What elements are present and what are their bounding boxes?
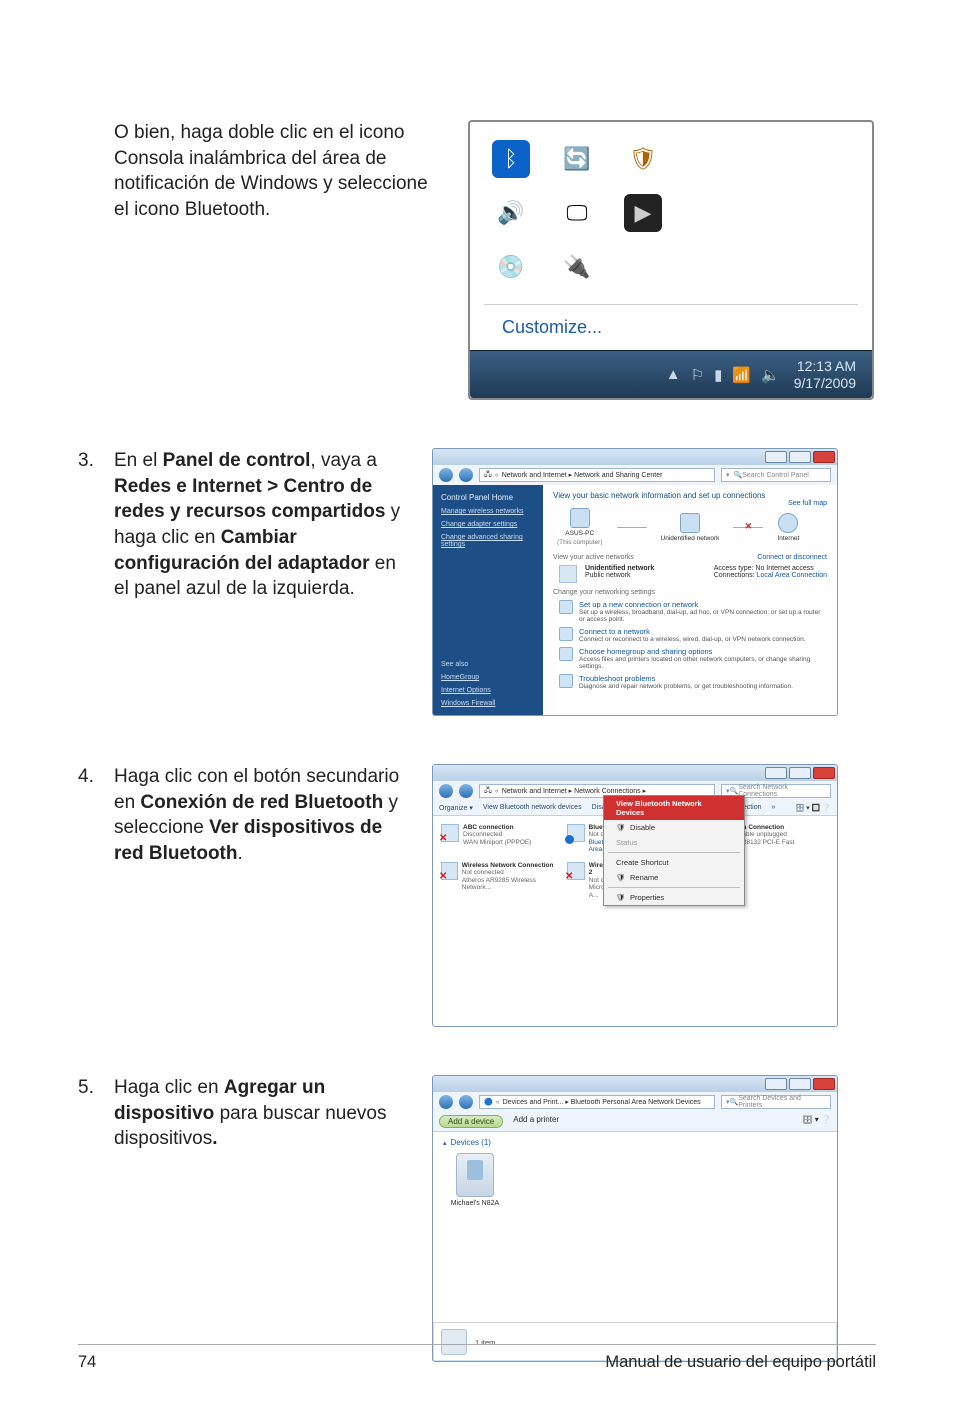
monitor-icon[interactable]: 🖵 <box>558 194 596 232</box>
setup-icon <box>559 600 573 614</box>
search-input[interactable]: ▾ 🔍 Search Devices and Printers <box>721 1095 831 1109</box>
maximize-button[interactable] <box>789 767 811 779</box>
bluetooth-devices-window: 🔵«Devices and Print... ▸ Bluetooth Perso… <box>432 1075 838 1362</box>
menu-rename[interactable]: 🛡Rename <box>604 870 744 885</box>
menu-properties[interactable]: 🛡Properties <box>604 890 744 905</box>
tray-up-icon[interactable]: ▲ <box>666 366 681 384</box>
view-bt-devices-button[interactable]: View Bluetooth network devices <box>483 804 582 812</box>
forward-button[interactable] <box>459 784 473 798</box>
minimize-button[interactable] <box>765 451 787 463</box>
add-device-button[interactable]: Add a device <box>439 1115 503 1128</box>
connection-item[interactable]: ✕Wireless Network ConnectionNot connecte… <box>441 862 559 899</box>
step3-body: En el Panel de control, vaya a Redes e I… <box>114 448 404 602</box>
breadcrumb[interactable]: 🔵«Devices and Print... ▸ Bluetooth Perso… <box>479 1095 715 1109</box>
menu-view-bt-devices[interactable]: View Bluetooth Network Devices <box>604 796 744 820</box>
view-basic-heading: View your basic network information and … <box>553 491 765 500</box>
step-number: 4. <box>78 764 98 867</box>
speaker-icon[interactable]: 🔈 <box>761 366 780 384</box>
shield-icon[interactable]: 🛡 <box>624 140 662 178</box>
disc-icon[interactable]: 💿 <box>492 248 530 286</box>
manage-wireless-link[interactable]: Manage wireless networks <box>441 508 535 515</box>
taskbar: ▲ ⚐ ▮ 📶 🔈 12:13 AM 9/17/2009 <box>470 350 872 398</box>
network-connections-window: 🖧«Network and Internet ▸ Network Connect… <box>432 764 838 1027</box>
firewall-link[interactable]: Windows Firewall <box>441 700 535 707</box>
menu-status: Status <box>604 835 744 850</box>
maximize-button[interactable] <box>789 1078 811 1090</box>
context-menu: View Bluetooth Network Devices 🛡Disable … <box>603 795 745 906</box>
add-printer-button[interactable]: Add a printer <box>513 1115 559 1128</box>
bench-icon <box>559 565 577 583</box>
search-input[interactable]: ▾ 🔍 Search Control Panel <box>721 468 831 482</box>
volume-icon[interactable]: 🔊 <box>492 194 530 232</box>
homegroup-options-link[interactable]: Choose homegroup and sharing options <box>579 647 827 656</box>
connect-network-link[interactable]: Connect to a network <box>579 627 806 636</box>
page-number: 74 <box>78 1353 96 1372</box>
tray-popup: ᛒ 🔄 🛡 🔊 🖵 ▶ 💿 🔌 Customize... ▲ ⚐ ▮ 📶 <box>468 120 874 400</box>
flag-icon[interactable]: ⚐ <box>691 366 704 384</box>
connections-area: ✕ABC connectionDisconnectedWAN Miniport … <box>433 816 837 1026</box>
minimize-button[interactable] <box>765 767 787 779</box>
back-button[interactable] <box>439 1095 453 1109</box>
breadcrumb[interactable]: 🖧«Network and Internet ▸ Network and Sha… <box>479 468 715 482</box>
maximize-button[interactable] <box>789 451 811 463</box>
close-button[interactable] <box>813 767 835 779</box>
close-button[interactable] <box>813 1078 835 1090</box>
homegroup-link[interactable]: HomeGroup <box>441 674 535 681</box>
footer-title: Manual de usuario del equipo portátil <box>605 1353 876 1372</box>
menu-disable[interactable]: 🛡Disable <box>604 820 744 835</box>
device-item[interactable]: Michael's N82A <box>443 1153 507 1207</box>
left-panel: Control Panel Home Manage wireless netwo… <box>433 485 543 715</box>
back-button[interactable] <box>439 784 453 798</box>
back-button[interactable] <box>439 468 453 482</box>
troubleshoot-link[interactable]: Troubleshoot problems <box>579 674 793 683</box>
active-networks-label: View your active networks <box>553 554 634 561</box>
menu-create-shortcut[interactable]: Create Shortcut <box>604 855 744 870</box>
usb-icon[interactable]: 🔌 <box>558 248 596 286</box>
advanced-sharing-link[interactable]: Change advanced sharing settings <box>441 534 535 548</box>
taskbar-clock[interactable]: 12:13 AM 9/17/2009 <box>794 358 856 390</box>
forward-button[interactable] <box>459 1095 473 1109</box>
forward-button[interactable] <box>459 468 473 482</box>
control-panel-home[interactable]: Control Panel Home <box>441 493 535 502</box>
battery-icon[interactable]: ▮ <box>714 366 722 384</box>
toolbar: Add a device Add a printer 🗄 ▾ ❔ <box>433 1112 837 1132</box>
globe-icon <box>778 513 798 533</box>
see-full-map-link[interactable]: See full map <box>788 500 827 507</box>
troubleshoot-icon <box>559 674 573 688</box>
internet-options-link[interactable]: Internet Options <box>441 687 535 694</box>
customize-link[interactable]: Customize... <box>484 304 858 350</box>
setup-connection-link[interactable]: Set up a new connection or network <box>579 600 827 609</box>
local-area-connection-link[interactable]: Local Area Connection <box>757 572 827 579</box>
minimize-button[interactable] <box>765 1078 787 1090</box>
intro-paragraph: O bien, haga doble clic en el icono Cons… <box>114 120 440 223</box>
network-node-icon <box>680 513 700 533</box>
step4-body: Haga clic con el botón secundario en Con… <box>114 764 404 867</box>
network-icon[interactable]: 📶 <box>732 366 751 384</box>
sync-icon[interactable]: 🔄 <box>558 140 596 178</box>
see-also-label: See also <box>441 661 535 668</box>
connection-item[interactable]: ✕ABC connectionDisconnectedWAN Miniport … <box>441 824 559 854</box>
change-settings-label: Change your networking settings <box>553 589 827 596</box>
step5-body: Haga clic en Agregar un dispositivo para… <box>114 1075 404 1152</box>
connect-icon <box>559 627 573 641</box>
homegroup-icon <box>559 647 573 661</box>
step-number: 5. <box>78 1075 98 1152</box>
organize-menu[interactable]: Organize ▾ <box>439 804 473 812</box>
phone-icon <box>456 1153 494 1197</box>
computer-icon <box>570 508 590 528</box>
network-map: ASUS-PC(This computer) Unidentified netw… <box>557 508 823 546</box>
app-icon[interactable]: ▶ <box>624 194 662 232</box>
devices-category[interactable]: Devices (1) <box>443 1138 827 1147</box>
bluetooth-icon[interactable]: ᛒ <box>492 140 530 178</box>
change-adapter-link[interactable]: Change adapter settings <box>441 521 535 528</box>
connect-disconnect-link[interactable]: Connect or disconnect <box>757 554 827 561</box>
close-button[interactable] <box>813 451 835 463</box>
step-number: 3. <box>78 448 98 602</box>
network-sharing-window: 🖧«Network and Internet ▸ Network and Sha… <box>432 448 838 716</box>
